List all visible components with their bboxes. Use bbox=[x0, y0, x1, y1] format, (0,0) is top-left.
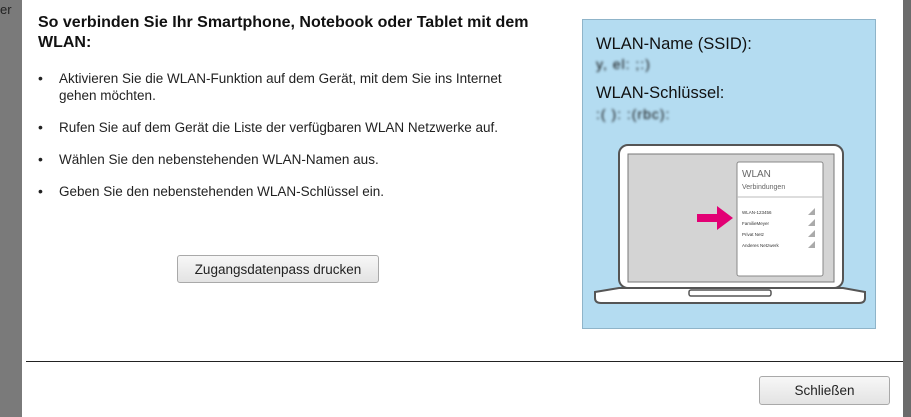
instruction-step: Wählen Sie den nebenstehenden WLAN-Namen… bbox=[38, 151, 538, 168]
footer-divider bbox=[26, 361, 903, 362]
key-label: WLAN-Schlüssel: bbox=[596, 84, 725, 102]
dialog-title: So verbinden Sie Ihr Smartphone, Noteboo… bbox=[38, 14, 529, 51]
close-button[interactable]: Schließen bbox=[759, 376, 890, 405]
wlan-panel-title: WLAN bbox=[742, 169, 771, 180]
wlan-panel-subtitle: Verbindungen bbox=[742, 184, 785, 191]
instruction-list: Aktivieren Sie die WLAN-Funktion auf dem… bbox=[38, 70, 538, 215]
ssid-value: y, el: ;:) bbox=[596, 56, 651, 72]
wlan-credentials-card: WLAN-Name (SSID): y, el: ;:) WLAN-Schlüs… bbox=[582, 19, 876, 329]
network-item: Anderes Netzwerk bbox=[742, 243, 780, 248]
instruction-step: Rufen Sie auf dem Gerät die Liste der ve… bbox=[38, 119, 538, 136]
instruction-step: Geben Sie den nebenstehenden WLAN-Schlüs… bbox=[38, 183, 538, 200]
laptop-touchpad bbox=[688, 289, 772, 297]
ssid-label: WLAN-Name (SSID): bbox=[596, 35, 752, 53]
backdrop-text-fragment: er bbox=[0, 2, 12, 17]
print-access-pass-button[interactable]: Zugangsdatenpass drucken bbox=[177, 255, 379, 283]
network-item: Privat Netz bbox=[742, 232, 765, 237]
instruction-step: Aktivieren Sie die WLAN-Funktion auf dem… bbox=[38, 70, 538, 104]
backdrop-edge bbox=[902, 0, 911, 417]
laptop-illustration: WLAN Verbindungen WLAN-123456 FamilieMey… bbox=[594, 144, 866, 304]
network-item: FamilieMeyer bbox=[742, 221, 770, 226]
wlan-connect-dialog: So verbinden Sie Ihr Smartphone, Noteboo… bbox=[22, 0, 903, 417]
key-value: :( ): :(rbc): bbox=[596, 106, 671, 122]
network-item: WLAN-123456 bbox=[742, 210, 772, 215]
